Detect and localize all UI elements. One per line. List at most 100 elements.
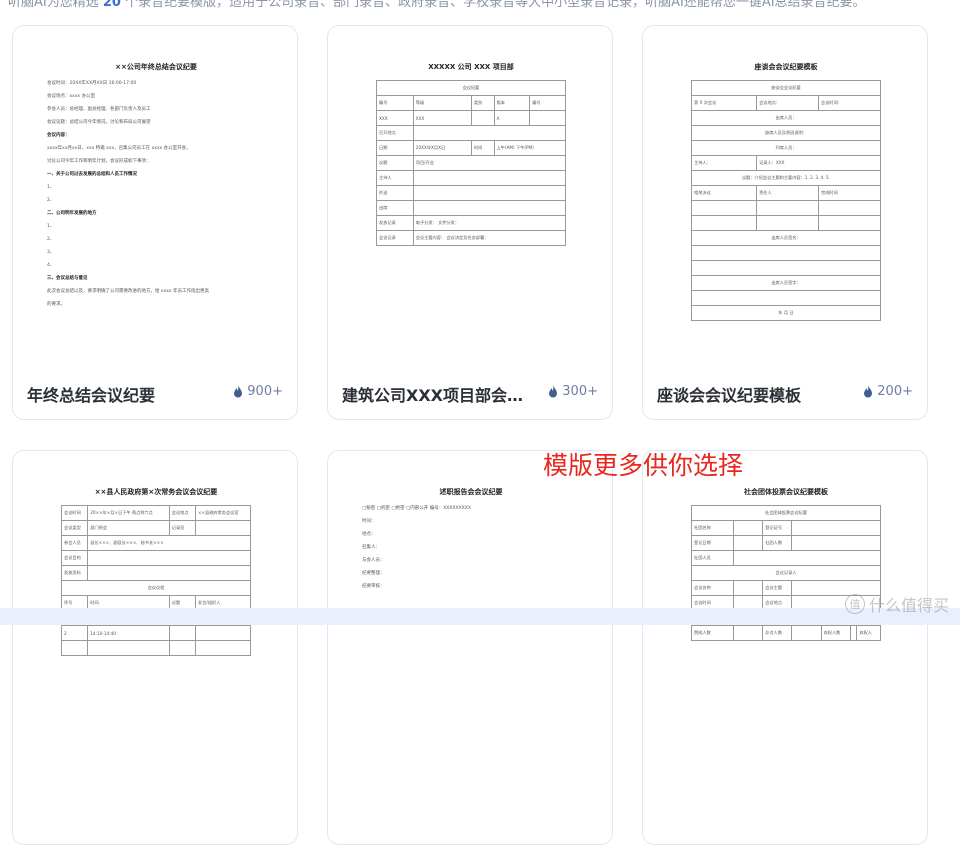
doc-table-cell: 社会团体投票会议纪要 xyxy=(691,505,881,521)
doc-title: ××公司年终总结会议纪要 xyxy=(115,63,197,71)
doc-table-cell xyxy=(690,200,758,216)
watermark-text: 什么值得买 xyxy=(869,596,950,615)
doc-table-row: 会议记录人 xyxy=(691,565,881,581)
doc-table-row: 主持人 xyxy=(376,170,567,186)
doc-table-cell: 版本 xyxy=(493,95,531,111)
heat-count: 900+ xyxy=(233,384,283,399)
doc-table-cell: 等级 xyxy=(412,95,472,111)
doc-table-cell: 上午(AM) 下午(PM) xyxy=(493,140,567,156)
heat-value: 200+ xyxy=(877,384,913,399)
template-thumbnail[interactable]: 述职报告会会议纪要 □秘密 □机密 □绝密 □内部公开 编号：XXXXXXXXX 时… xyxy=(362,481,580,786)
doc-table-cell xyxy=(691,260,881,276)
template-thumbnail[interactable]: ××县人民政府第×次常务会议会议纪要会议时间 20××年×月×日下午 两点到六点会… xyxy=(47,481,265,786)
doc-table-cell xyxy=(690,215,758,231)
doc-table-cell: 会议主要内容： 会议决定及任务部署： xyxy=(412,230,567,246)
template-card[interactable]: 座谈会会议纪要模板 座谈会会议纪要第 X 次会议 会议地点： 会议时间： 出席人员： 缺席… xyxy=(642,25,928,420)
doc-table-row xyxy=(690,200,881,216)
doc-table-cell: 座谈会会议纪要 xyxy=(691,80,881,96)
doc-table-row: 登记日期 社团人数 xyxy=(690,535,881,551)
template-thumbnail[interactable]: ××公司年终总结会议纪要 会议时间：20XX年XX月XX日 16:00-17:00… xyxy=(47,56,265,361)
doc-table-cell: 缺席人员及原因说明： xyxy=(691,125,881,141)
doc-table-cell: ××县政府常务会议室 xyxy=(195,505,251,521)
template-thumbnail[interactable]: 社会团体投票会议纪要模板 社会团体投票会议纪要 社团名称 登记证号 登记日期 社团人数 社团… xyxy=(677,481,895,786)
doc-table-cell: 反对人数 xyxy=(762,625,793,641)
doc-table-cell: 记录人：XXX xyxy=(756,155,881,171)
doc-table-cell: 记录员 xyxy=(168,520,197,536)
template-card[interactable]: XXXXX 公司 XXX 项目部 会议纪要 编号 等级 类别 版本 编号 XXX XXX A 召开地… xyxy=(327,25,613,420)
doc-line: 会议地点：xxxx 办公室 xyxy=(47,94,96,99)
doc-table-cell: 会议记录人 xyxy=(691,565,881,581)
doc-table-cell: 登记日期 xyxy=(690,535,735,551)
doc-line: □秘密 □机密 □绝密 □内部公开 编号：XXXXXXXXX xyxy=(362,506,471,511)
doc-table: 会议时间 20××年×月×日下午 两点到六点 会议地点 ××县政府常务会议室 会议类型部… xyxy=(60,505,251,656)
doc-table-cell xyxy=(87,550,251,566)
doc-table-cell xyxy=(60,640,89,656)
doc-line: 参会人员：总经理、副总经理、各部门负责人及员工 xyxy=(47,107,151,112)
doc-table-row: 相关决议 责任人 完成时间 xyxy=(690,185,881,201)
doc-table-cell xyxy=(195,625,251,641)
template-card[interactable]: 社会团体投票会议纪要模板 社会团体投票会议纪要 社团名称 登记证号 登记日期 社团人数 社团… xyxy=(642,450,928,845)
doc-line: 召集人： xyxy=(362,545,380,550)
card-title[interactable]: 座谈会会议纪要模板 xyxy=(657,382,801,406)
doc-table-row: 召开地点 xyxy=(376,125,567,141)
doc-table: 会议纪要 编号 等级 类别 版本 编号 XXX XXX A 召开地点 日期 20XX年X月X日 时间 上午… xyxy=(376,80,567,246)
doc-table-cell xyxy=(412,125,567,141)
doc-table-cell: 20××年×月×日下午 两点到六点 xyxy=(87,505,170,521)
doc-table-row: 议题 项目/开会 xyxy=(376,155,567,171)
doc-table-cell: 会议地点 xyxy=(168,505,197,521)
doc-table-cell: A xyxy=(493,110,531,126)
heat-value: 900+ xyxy=(247,384,283,399)
doc-table-cell: 会议地点： xyxy=(756,95,820,111)
doc-table-row: 出席 xyxy=(376,200,567,216)
doc-line: 地点： xyxy=(362,532,376,537)
doc-table-cell xyxy=(791,625,822,641)
doc-table-row: 2 14:10-14:40 xyxy=(60,625,251,641)
doc-table-cell: 会议主题 xyxy=(762,580,793,596)
doc-table-cell xyxy=(818,215,881,231)
template-card[interactable]: ××县人民政府第×次常务会议会议纪要会议时间 20××年×月×日下午 两点到六点会… xyxy=(12,450,298,845)
doc-table-row xyxy=(691,260,881,276)
template-card[interactable]: ××公司年终总结会议纪要 会议时间：20XX年XX月XX日 16:00-17:00… xyxy=(12,25,298,420)
flame-icon xyxy=(864,385,873,398)
doc-table-cell: 社团名称 xyxy=(690,520,735,536)
doc-table-cell: 社团人员 xyxy=(690,550,735,566)
doc-table-cell: 议题：介绍会议主题和主要内容：1. 2. 3. 4. 5. xyxy=(691,170,881,186)
template-card[interactable]: 述职报告会会议纪要 □秘密 □机密 □绝密 □内部公开 编号：XXXXXXXXX 时… xyxy=(327,450,613,845)
doc-line: 一、关于公司过去发展的总结和人员工作情况 xyxy=(47,172,137,177)
flame-icon xyxy=(549,385,558,398)
doc-line: 此次会议总结以及，要求明确了公司需要改进的地方，给 xxxx 年员工作指出更高 xyxy=(47,289,210,294)
doc-table-cell xyxy=(733,625,764,641)
card-title[interactable]: 建筑公司XXX项目部会议纪要 xyxy=(342,382,537,406)
doc-table-cell: 会议纪要 xyxy=(376,80,566,96)
doc-table-cell xyxy=(791,520,881,536)
doc-table-row: 列席人员： xyxy=(691,140,881,156)
heat-value: 300+ xyxy=(562,384,598,399)
doc-table-cell xyxy=(791,535,881,551)
doc-table-cell: 责任人 xyxy=(756,185,820,201)
doc-title: ××县人民政府第×次常务会议会议纪要 xyxy=(94,488,218,496)
flame-icon xyxy=(234,385,243,398)
doc-table-cell xyxy=(87,565,251,581)
watermark: 值什么值得买 xyxy=(845,592,949,616)
doc-table-cell: 编号 xyxy=(529,95,566,111)
doc-table-cell: 出席 xyxy=(376,200,414,216)
doc-table-cell xyxy=(195,520,251,536)
doc-table-cell xyxy=(412,170,567,186)
heat-count: 300+ xyxy=(548,384,598,399)
doc-table-cell xyxy=(168,640,197,656)
doc-table-row: 编号 等级 类别 版本 编号 xyxy=(376,95,566,111)
doc-table-row: 发放资料 xyxy=(60,565,251,581)
doc-table-row: 日期 20XX年X月X日 时间 上午(AM) 下午(PM) xyxy=(376,140,567,156)
template-thumbnail[interactable]: XXXXX 公司 XXX 项目部 会议纪要 编号 等级 类别 版本 编号 XXX XXX A 召开地… xyxy=(362,56,580,361)
doc-table-cell xyxy=(87,640,170,656)
doc-table-cell: 会议类型 xyxy=(60,520,89,536)
doc-table-cell: 参会人员 xyxy=(60,535,89,551)
doc-table-row: 会议时间 20××年×月×日下午 两点到六点 会议地点 ××县政府常务会议室 xyxy=(60,505,251,521)
doc-line: 1、 xyxy=(47,224,55,229)
doc-table-row: 会议记录 会议主要内容： 会议决定及任务部署： xyxy=(376,230,567,246)
card-title[interactable]: 年终总结会议纪要 xyxy=(27,382,155,406)
template-thumbnail[interactable]: 座谈会会议纪要模板 座谈会会议纪要第 X 次会议 会议地点： 会议时间： 出席人员： 缺席… xyxy=(677,56,895,361)
doc-table-cell: 时间 xyxy=(470,140,495,156)
doc-line: 3、 xyxy=(47,250,55,255)
doc-table-row: 参会人员 县长×××、副县长×××、秘书长××× xyxy=(60,535,251,551)
